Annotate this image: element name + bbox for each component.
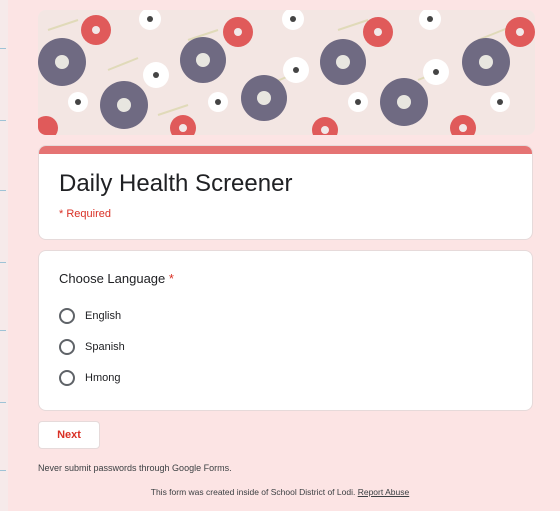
required-asterisk: * xyxy=(168,271,174,286)
footer-created-line: This form was created inside of School D… xyxy=(0,487,560,497)
header-image xyxy=(38,10,535,135)
option-label: English xyxy=(85,310,122,322)
report-abuse-link[interactable]: Report Abuse xyxy=(358,487,410,497)
required-note: * Required xyxy=(59,208,111,220)
created-by-text: This form was created inside of School D… xyxy=(150,487,356,497)
radio-button[interactable] xyxy=(59,308,75,324)
radio-option-english[interactable]: English xyxy=(59,307,121,325)
question-label: Choose Language xyxy=(59,271,166,286)
radio-button[interactable] xyxy=(59,339,75,355)
language-question-card: Choose Language * English Spanish Hmong xyxy=(38,250,533,411)
form-title: Daily Health Screener xyxy=(59,170,293,197)
form-title-card: Daily Health Screener * Required xyxy=(38,145,533,240)
radio-option-hmong[interactable]: Hmong xyxy=(59,369,120,387)
option-label: Hmong xyxy=(85,372,121,384)
radio-option-spanish[interactable]: Spanish xyxy=(59,338,125,356)
password-warning: Never submit passwords through Google Fo… xyxy=(38,463,232,473)
next-button[interactable]: Next xyxy=(38,421,100,449)
radio-button[interactable] xyxy=(59,370,75,386)
option-label: Spanish xyxy=(85,341,125,353)
left-edge-strip xyxy=(0,0,8,511)
question-title: Choose Language * xyxy=(59,271,174,286)
title-accent-bar xyxy=(39,146,532,154)
